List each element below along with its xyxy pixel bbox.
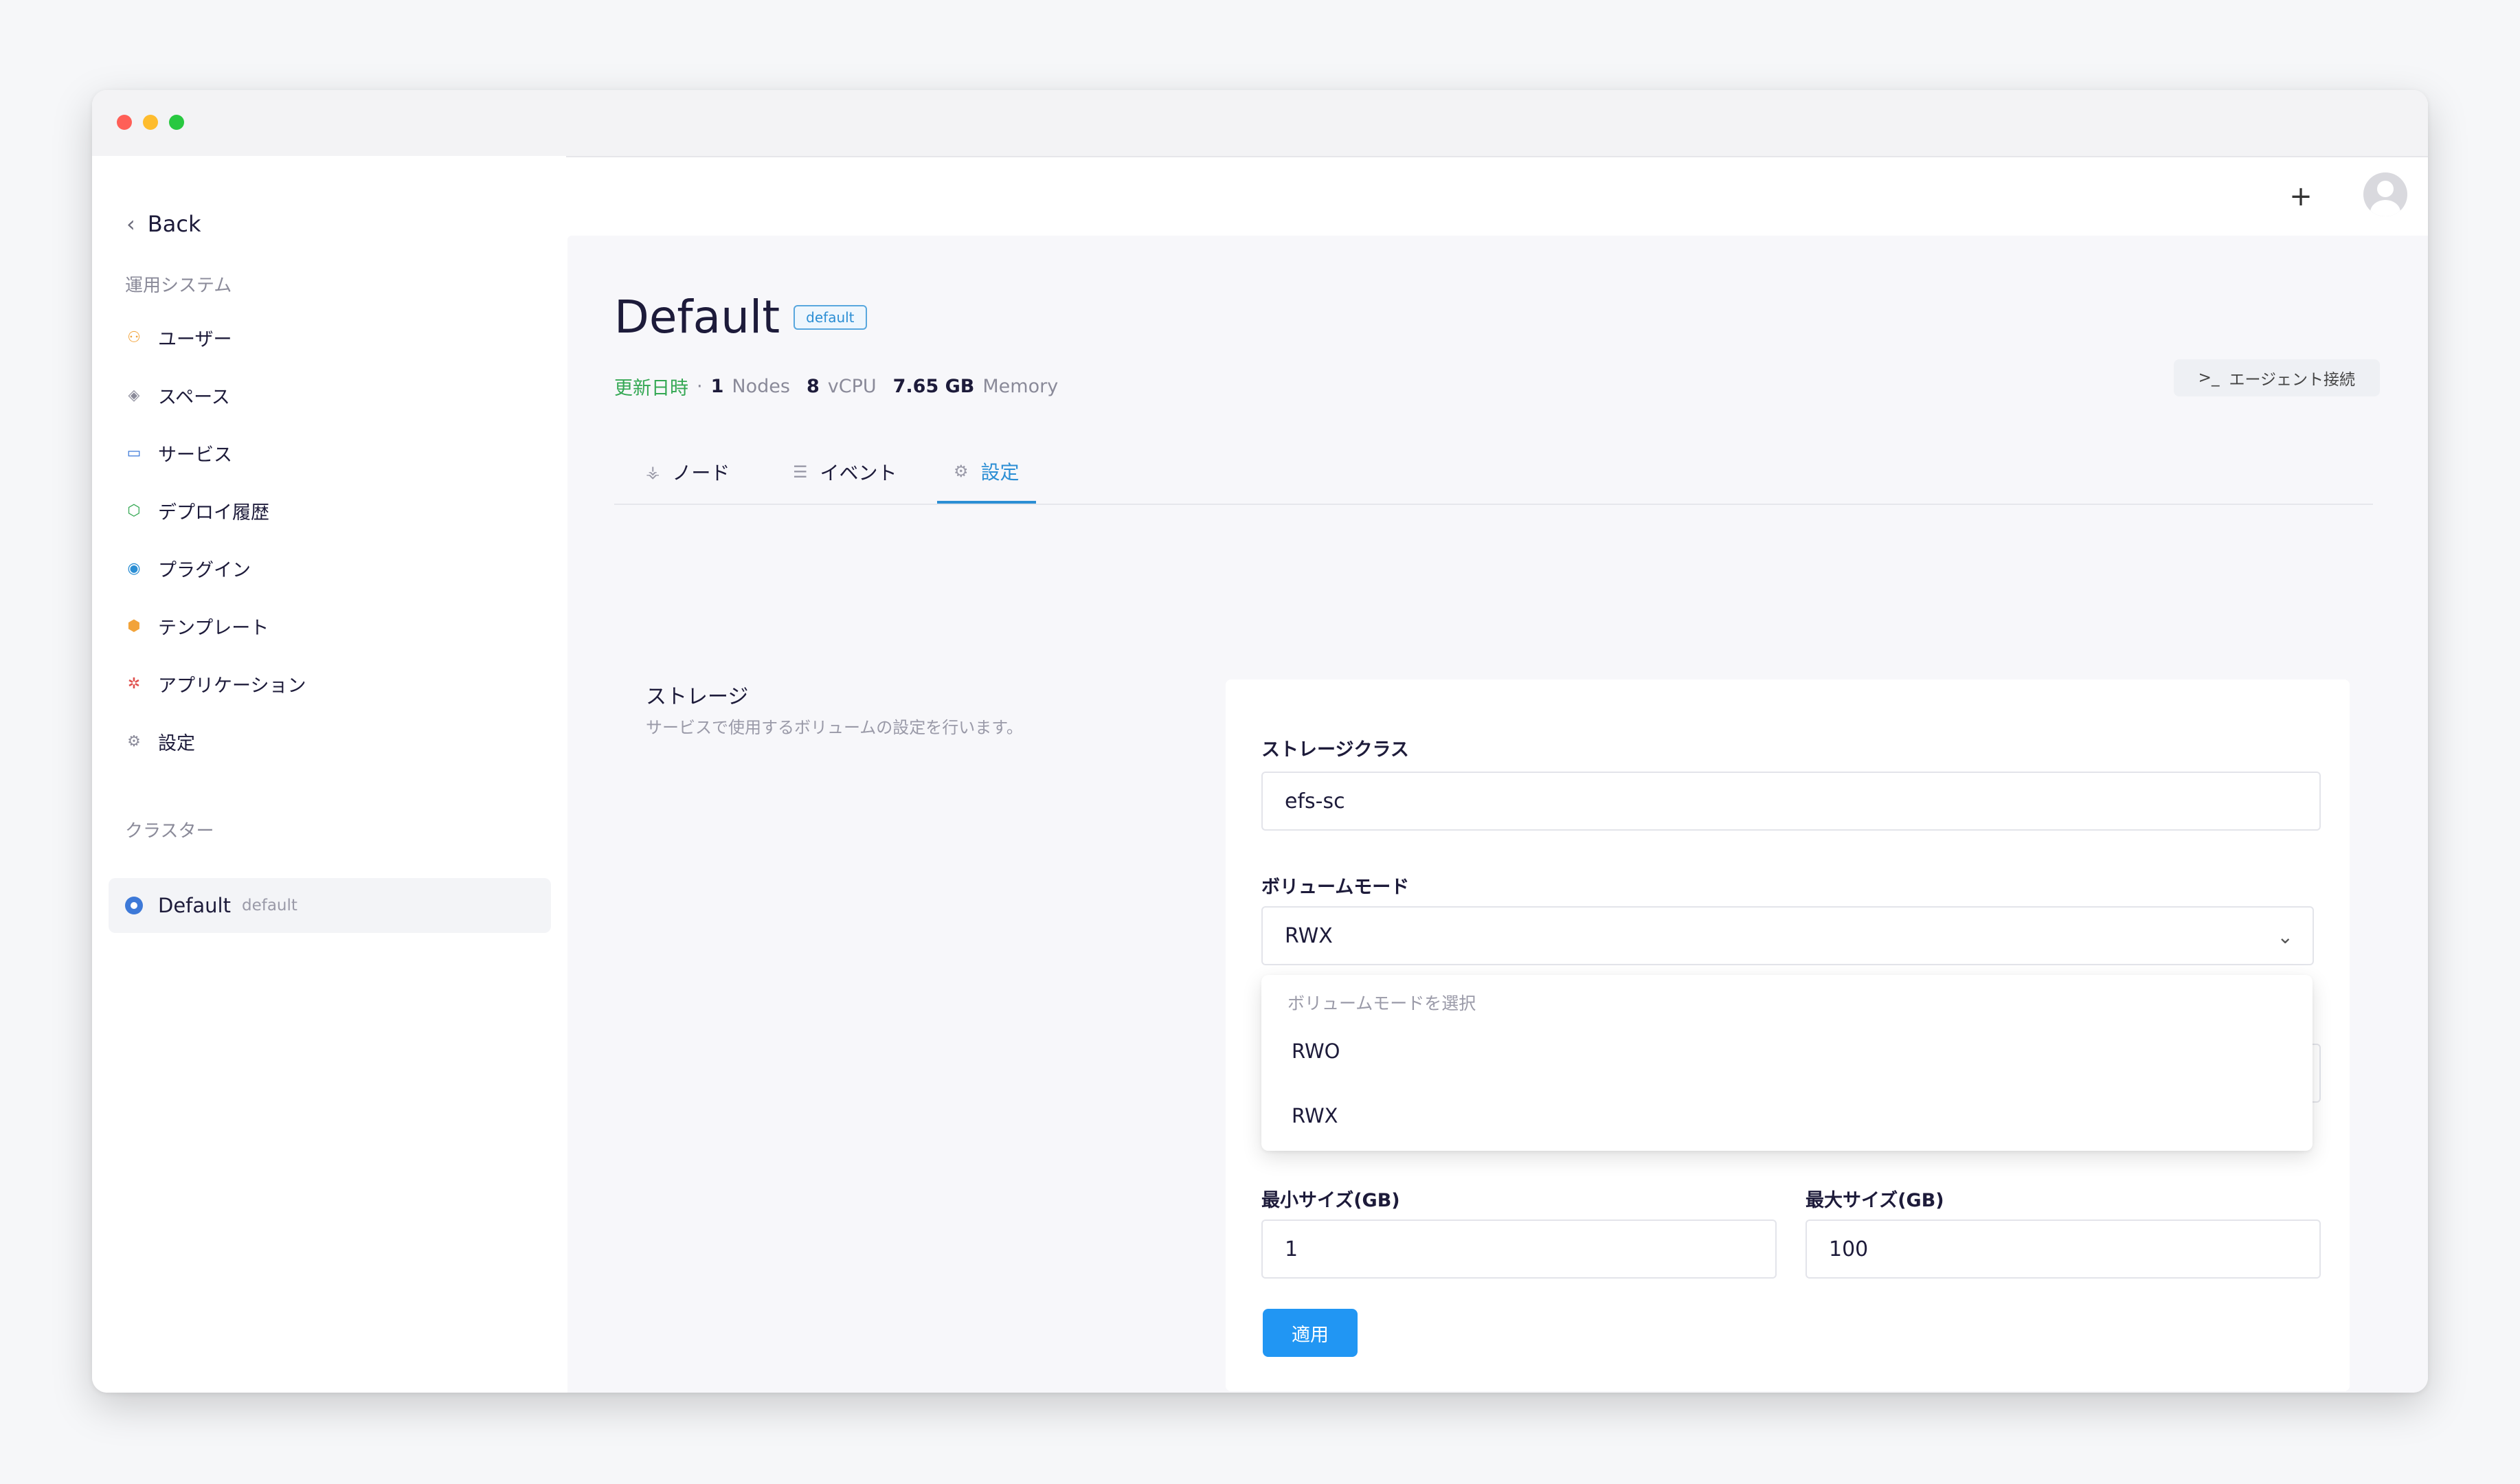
sidebar-item-label: ユーザー — [158, 328, 232, 350]
cluster-tag: default — [241, 897, 297, 914]
storage-class-value: efs-sc — [1285, 789, 1345, 813]
cluster-icon — [125, 897, 143, 914]
cube-icon: ⬡ — [127, 502, 141, 519]
agent-connect-button[interactable]: >_ エージェント接続 — [2173, 359, 2380, 396]
sidebar-item-settings[interactable]: ⚙ 設定 — [125, 721, 195, 762]
terminal-icon: >_ — [2198, 369, 2220, 387]
main-content: Default default 更新日時 · 1 Nodes 8 vCPU 7.… — [567, 236, 2428, 1393]
sidebar-item-label: アプリケーション — [158, 675, 306, 697]
meta-separator: · — [697, 376, 703, 397]
volume-mode-value: RWX — [1285, 923, 1333, 948]
nodes-value: 1 — [710, 376, 724, 397]
max-size-input[interactable]: 100 — [1805, 1219, 2321, 1279]
min-size-value: 1 — [1285, 1237, 1298, 1261]
sidebar-item-templates[interactable]: ⬢ テンプレート — [125, 605, 269, 647]
tab-settings[interactable]: ⚙ 設定 — [937, 442, 1036, 504]
users-icon: ⚇ — [127, 328, 141, 346]
storage-class-input[interactable]: efs-sc — [1261, 772, 2321, 831]
volume-mode-select[interactable]: RWX ⌄ — [1261, 906, 2314, 965]
window-icon: ▭ — [126, 444, 142, 462]
back-label: Back — [147, 211, 201, 237]
app-window: + ‹ Back 運用システム ⚇ ユーザー ◈ スペース ▭ サービス ⬡ デ… — [92, 90, 2428, 1393]
sidebar-item-applications[interactable]: ✲ アプリケーション — [125, 663, 306, 704]
agent-connect-label: エージェント接続 — [2229, 371, 2355, 389]
back-button[interactable]: ‹ Back — [126, 211, 201, 237]
maximize-window-button[interactable] — [169, 115, 184, 130]
sidebar-item-users[interactable]: ⚇ ユーザー — [125, 317, 232, 358]
sidebar-item-services[interactable]: ▭ サービス — [125, 432, 232, 473]
max-size-label: 最大サイズ(GB) — [1805, 1190, 1944, 1211]
sidebar-item-label: デプロイ履歴 — [158, 502, 269, 524]
tab-events[interactable]: ☰ イベント — [793, 442, 897, 502]
sidebar-item-label: プラグイン — [158, 559, 251, 581]
tab-nodes[interactable]: ⚶ ノード — [646, 442, 730, 502]
chevron-left-icon: ‹ — [126, 211, 135, 237]
apply-button[interactable]: 適用 — [1263, 1309, 1358, 1357]
volume-mode-label: ボリュームモード — [1261, 877, 1410, 898]
updated-label: 更新日時 — [614, 378, 688, 399]
sidebar-item-label: スペース — [158, 386, 230, 408]
cluster-section-label: クラスター — [125, 821, 214, 842]
min-size-label: 最小サイズ(GB) — [1261, 1190, 1400, 1211]
dropdown-option-rwx[interactable]: RWX — [1292, 1104, 1338, 1127]
sidebar-item-label: テンプレート — [158, 617, 269, 639]
sidebar: ‹ Back 運用システム ⚇ ユーザー ◈ スペース ▭ サービス ⬡ デプロ… — [92, 156, 566, 1393]
storage-section-description: サービスで使用するボリュームの設定を行います。 — [646, 718, 1023, 737]
plugin-icon: ◉ — [127, 559, 141, 577]
app-icon: ✲ — [127, 675, 141, 693]
memory-value: 7.65 GB — [892, 376, 975, 397]
box-icon: ⬢ — [127, 617, 141, 635]
dropdown-option-rwo[interactable]: RWO — [1292, 1039, 1340, 1063]
gear-icon: ⚙ — [954, 462, 969, 481]
sidebar-item-label: サービス — [158, 444, 232, 466]
ops-section-label: 運用システム — [125, 276, 232, 296]
dropdown-heading: ボリュームモードを選択 — [1287, 993, 1476, 1013]
list-icon: ☰ — [793, 462, 808, 482]
user-avatar-icon[interactable] — [2363, 172, 2407, 216]
chevron-down-icon: ⌄ — [2277, 925, 2293, 948]
tab-bar: ⚶ ノード ☰ イベント ⚙ 設定 — [614, 442, 2373, 505]
tab-label: イベント — [820, 462, 897, 484]
memory-unit: Memory — [982, 376, 1059, 397]
storage-section-title: ストレージ — [646, 685, 749, 709]
cpu-value: 8 — [806, 376, 820, 397]
max-size-value: 100 — [1829, 1237, 1869, 1261]
sidebar-item-cluster-default[interactable]: Default default — [109, 878, 551, 933]
volume-mode-dropdown: ボリュームモードを選択 RWO RWX — [1261, 975, 2313, 1151]
cluster-name: Default — [158, 894, 231, 917]
page-title: Default default — [614, 291, 867, 344]
cpu-unit: vCPU — [827, 376, 877, 397]
status-badge: default — [794, 304, 867, 330]
storage-settings-card: ストレージクラス efs-sc ボリュームモード RWX ⌄ ボリュームモードを… — [1226, 679, 2350, 1391]
close-window-button[interactable] — [117, 115, 132, 130]
min-size-input[interactable]: 1 — [1261, 1219, 1777, 1279]
gear-icon: ⚙ — [127, 732, 141, 750]
title-bar — [92, 90, 2428, 157]
sidebar-item-deploy-history[interactable]: ⬡ デプロイ履歴 — [125, 490, 269, 531]
tab-label: ノード — [672, 462, 730, 484]
nodes-unit: Nodes — [732, 376, 790, 397]
minimize-window-button[interactable] — [143, 115, 158, 130]
node-tree-icon: ⚶ — [646, 462, 660, 482]
layers-icon: ◈ — [128, 386, 140, 404]
cluster-meta: 更新日時 · 1 Nodes 8 vCPU 7.65 GB Memory — [614, 373, 1058, 400]
sidebar-item-label: 設定 — [158, 732, 195, 754]
plus-icon[interactable]: + — [2284, 179, 2318, 214]
sidebar-item-spaces[interactable]: ◈ スペース — [125, 374, 230, 416]
storage-class-label: ストレージクラス — [1261, 739, 1409, 761]
tab-label: 設定 — [980, 461, 1020, 484]
page-title-text: Default — [614, 291, 780, 344]
sidebar-item-plugins[interactable]: ◉ プラグイン — [125, 548, 251, 589]
